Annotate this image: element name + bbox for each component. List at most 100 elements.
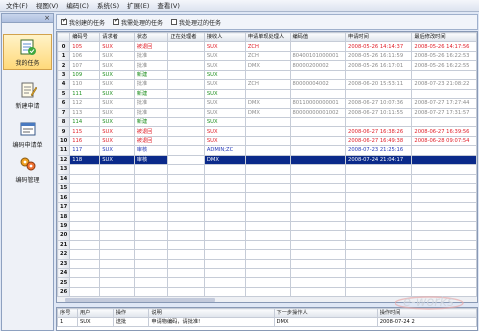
table-row[interactable]: 22 [57, 249, 477, 260]
cell-current [244, 88, 291, 100]
table-row[interactable]: 20 [57, 230, 477, 241]
table-row[interactable]: 24 [57, 267, 477, 279]
table-row[interactable]: 3 109 SUX 新建 SUX [57, 69, 477, 81]
table-row[interactable]: 16 [57, 192, 477, 203]
row-index: 15 [57, 182, 71, 194]
table-row[interactable]: 6 112 SUX 批准 SUX DMX 80110000000001 2008-06-27 … [57, 98, 477, 109]
checkbox-icon[interactable] [171, 19, 178, 25]
history-column-header[interactable]: 序号 [57, 308, 78, 318]
table-row[interactable]: 19 [57, 220, 477, 232]
table-row[interactable]: 5 111 SUX 新建 SUX [57, 88, 477, 100]
table-row[interactable]: 2 107 SUX 批准 SUX DMX 80000200002 2008-05-26 16:… [57, 60, 477, 71]
menu-item[interactable]: 视图(V) [32, 0, 63, 12]
table-row[interactable]: 9 115 SUX 被退回 SUX 2008-06-27 16:38:26 2008-06-… [57, 126, 477, 137]
history-column-header[interactable]: 操作 [112, 308, 150, 318]
cell-id [69, 201, 101, 213]
table-row[interactable]: 7 113 SUX 批准 SUX DMX 80000000001002 2008-06-27 … [57, 107, 477, 118]
sidebar-item-new-request[interactable]: 新建申请 [3, 78, 52, 110]
table-row[interactable]: 13 [57, 164, 477, 175]
cell-handler [167, 50, 205, 62]
cell-code [289, 182, 347, 194]
table-row[interactable]: 1 106 SUX 批准 SUX ZCH 80400101000001 2008-05-26 … [57, 50, 477, 62]
cell-apply [345, 267, 413, 279]
table-row[interactable]: 4 110 SUX 批准 SUX ZCH 80000004002 2008-06-20 15:… [57, 79, 477, 90]
table-row[interactable]: 11 117 SUX 审核 ADMIN;ZC 2008-07-23 21:25:16 [57, 145, 477, 156]
cell-status: 批准 [133, 50, 169, 62]
cell-code [289, 249, 347, 260]
table-row[interactable]: 15 [57, 182, 477, 194]
cell-current: DMX [244, 107, 291, 118]
cell-modified [411, 69, 477, 81]
table-row[interactable]: 25 [57, 277, 477, 288]
cell-modified [411, 192, 477, 203]
cell-id: 111 [69, 88, 101, 100]
menu-item[interactable]: 系统(S) [93, 0, 123, 12]
cell-receiver [203, 192, 246, 203]
scrollbar-thumb[interactable] [65, 298, 215, 302]
column-header[interactable]: 最后修改时间 [411, 32, 477, 43]
history-row[interactable]: 1 SUX 送批 申请物编码，请批准! DMX 2008-07-24 2 [57, 317, 477, 327]
column-header[interactable]: 编码值 [289, 32, 347, 43]
table-row[interactable]: 8 114 SUX 新建 SUX [57, 116, 477, 128]
cell-modified [411, 267, 477, 279]
sidebar-item-request-form[interactable]: 编码申请单 [3, 117, 52, 149]
table-row[interactable]: 21 [57, 239, 477, 251]
table-row[interactable]: 23 [57, 258, 477, 269]
cell-status: 批准 [133, 79, 169, 90]
sidebar-item-task[interactable]: 我的任务 [3, 34, 52, 70]
table-row[interactable]: 10 116 SUX 被退回 SUX 2008-06-27 16:49:38 2008-06… [57, 135, 477, 147]
cell-id: 112 [69, 98, 101, 109]
menu-item[interactable]: 扩展(E) [123, 0, 153, 12]
cell-modified: 2008-05-26 16:22:55 [411, 60, 477, 71]
cell-receiver [203, 239, 246, 251]
cell-requester: SUX [99, 126, 135, 137]
horizontal-scrollbar[interactable] [57, 296, 477, 302]
menu-item[interactable]: 查看(V) [153, 0, 184, 12]
history-column-header[interactable]: 下一步操作人 [273, 308, 378, 318]
column-header[interactable]: 编码号 [69, 32, 101, 43]
column-header[interactable]: 接收人 [203, 32, 246, 43]
menu-item[interactable]: 编码(C) [62, 0, 93, 12]
history-column-header[interactable]: 用户 [76, 308, 114, 318]
cell-id [69, 182, 101, 194]
column-header[interactable]: 申请单现处理人 [244, 32, 291, 43]
column-header[interactable]: 状态 [133, 32, 169, 43]
filter-checkbox[interactable]: 我创建的任务 [61, 17, 105, 27]
cell-handler [167, 135, 205, 147]
cell-id [69, 173, 101, 185]
filter-checkbox[interactable]: 我需处理的任务 [113, 17, 163, 27]
cell-handler-editor[interactable] [167, 154, 205, 166]
cell-modified [411, 201, 477, 213]
cell-code: 80110000000001 [289, 98, 347, 109]
table-row[interactable]: 18 [57, 211, 477, 222]
row-index: 18 [57, 211, 71, 222]
checkbox-icon[interactable] [61, 17, 67, 25]
code-management-icon [3, 155, 52, 173]
cell-apply [345, 258, 413, 269]
table-row[interactable]: 14 [57, 173, 477, 185]
checkbox-icon[interactable] [113, 17, 119, 25]
history-column-header[interactable]: 操作时间 [376, 308, 477, 318]
cell-receiver: DMX [203, 154, 246, 166]
cell-requester [99, 173, 135, 185]
table-row[interactable]: 12 118 SUX 审核 DMX 2008-07-24 21:04:17 [57, 154, 477, 166]
column-header[interactable]: 请求者 [99, 32, 135, 43]
filter-checkbox[interactable]: 我处理过的任务 [171, 18, 221, 27]
cell-handler [167, 126, 205, 137]
cell-requester [99, 239, 135, 251]
cell-code: 80000004002 [289, 79, 347, 90]
column-header[interactable] [57, 32, 71, 43]
row-index: 22 [57, 249, 71, 260]
sidebar-close-icon[interactable]: × [44, 14, 50, 22]
history-column-header[interactable]: 说明 [148, 308, 275, 318]
row-index: 25 [57, 277, 71, 288]
cell-handler [167, 145, 205, 156]
sidebar-item-code-management[interactable]: 编码管理 [3, 152, 52, 184]
column-header[interactable]: 正在处理者 [167, 32, 205, 43]
cell-modified: 2008-06-28 09:07:54 [411, 135, 477, 147]
table-row[interactable]: 17 [57, 201, 477, 213]
table-row[interactable]: 0 105 SUX 被退回 SUX ZCH 2008-05-26 14:14:37 2008-… [57, 41, 477, 52]
cell-id: 106 [69, 50, 101, 62]
column-header[interactable]: 申请时间 [345, 32, 413, 43]
menu-item[interactable]: 文件(F) [2, 0, 32, 12]
